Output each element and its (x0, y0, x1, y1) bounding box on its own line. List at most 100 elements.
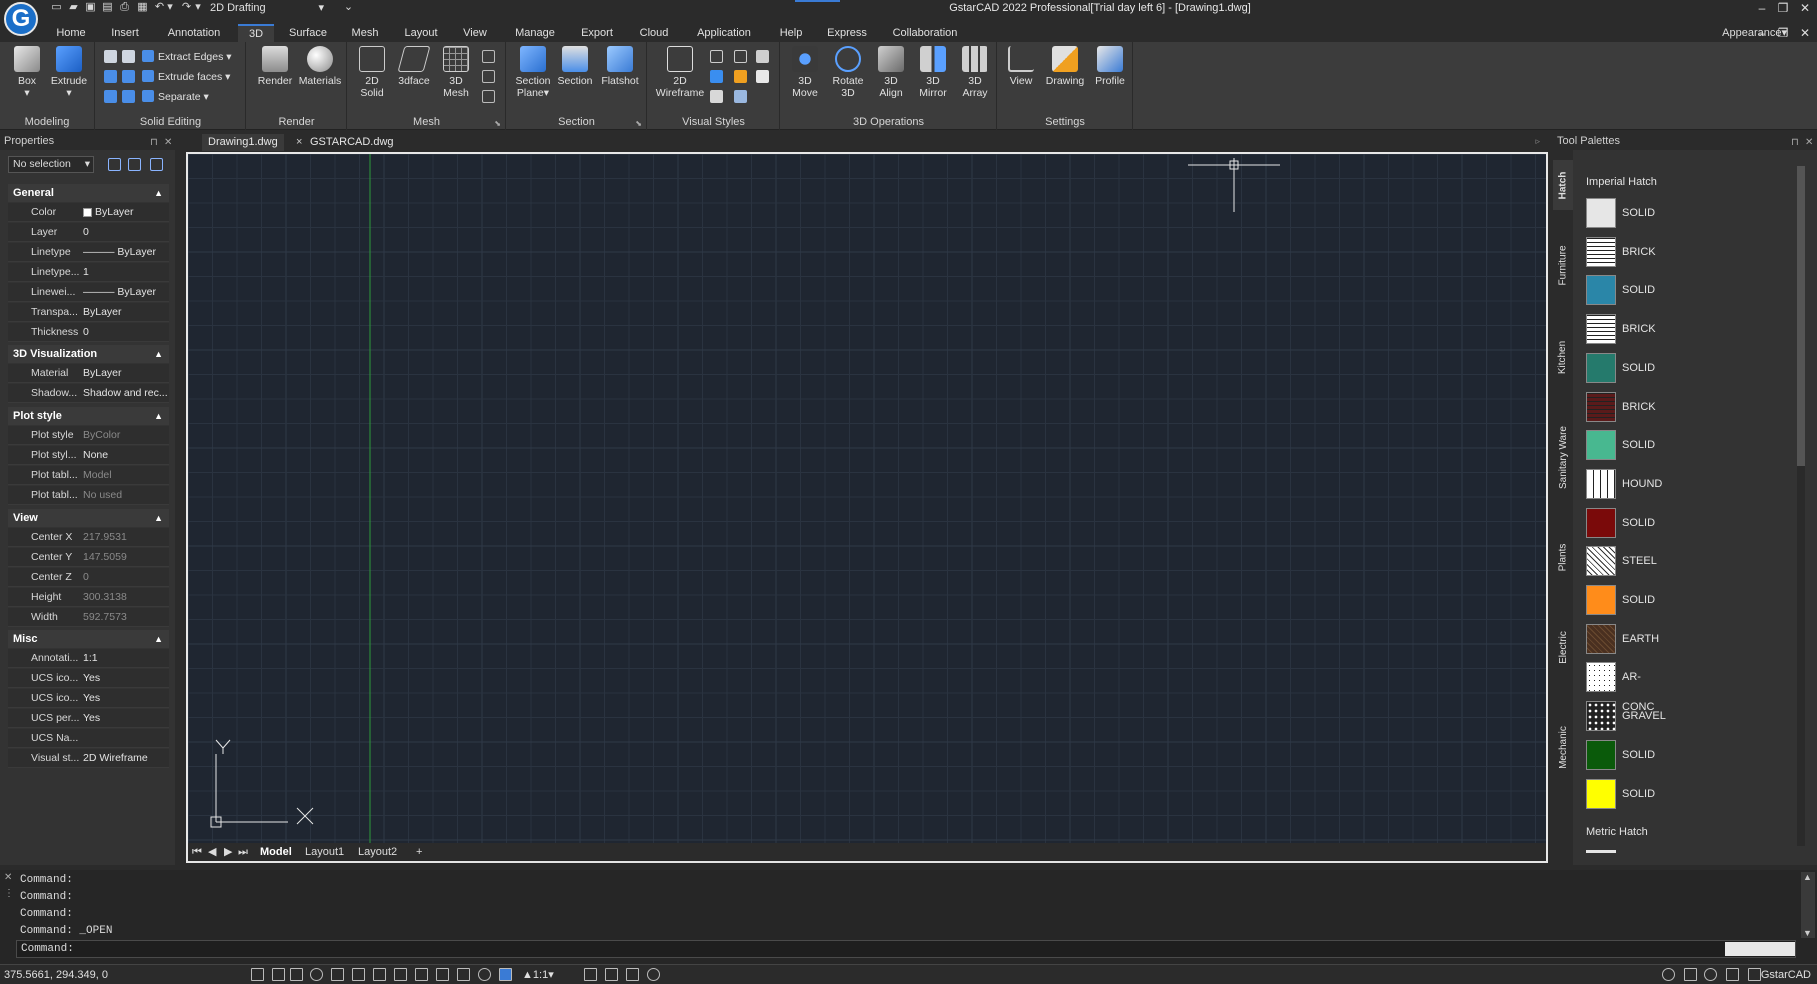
pin-icon[interactable]: ⊓ (150, 134, 158, 152)
conceptual-style-icon[interactable] (710, 70, 723, 83)
isolate-icon[interactable] (584, 968, 597, 981)
lineweight-icon[interactable] (394, 968, 407, 981)
property-value[interactable]: 1:1 (83, 649, 169, 668)
next-layout-icon[interactable]: ▶ (224, 843, 232, 861)
property-value[interactable]: ——— ByLayer (83, 243, 169, 262)
redo-icon[interactable]: ↷ (180, 1, 193, 14)
property-row[interactable]: Linetype ——— ByLayer (8, 243, 169, 262)
panel-expand-icon[interactable]: ⬊ (635, 119, 642, 128)
redo-dropdown-icon[interactable]: ▾ (194, 1, 202, 14)
property-row[interactable]: Plot styl... None (8, 446, 169, 465)
grid-icon[interactable] (251, 968, 264, 981)
property-row[interactable]: Material ByLayer (8, 364, 169, 383)
app-logo[interactable]: G (4, 2, 38, 36)
tab-annotation[interactable]: Annotation (158, 24, 230, 42)
subtract-icon[interactable] (122, 50, 135, 63)
revsurf-icon[interactable] (482, 50, 495, 63)
selection-dropdown[interactable]: No selection ▾ (8, 156, 94, 173)
property-value[interactable]: Yes (83, 689, 169, 708)
scroll-down-icon[interactable]: ▼ (1803, 928, 1812, 938)
scroll-up-icon[interactable]: ▲ (1803, 872, 1812, 882)
rulesurf-icon[interactable] (482, 70, 495, 83)
property-row[interactable]: UCS ico... Yes (8, 669, 169, 688)
last-layout-icon[interactable]: ⏭ (238, 843, 248, 861)
section-view[interactable]: View ▲ (8, 509, 169, 527)
box-button[interactable]: Box ▾ (10, 46, 44, 99)
gear-icon[interactable] (1662, 968, 1675, 981)
property-row[interactable]: Transpa... ByLayer (8, 303, 169, 322)
panel-expand-icon[interactable]: ⬊ (494, 119, 501, 128)
view-settings-button[interactable]: View (1002, 46, 1040, 87)
drawing-settings-button[interactable]: Drawing (1042, 46, 1088, 87)
palette-tab-electric[interactable]: Electric (1553, 602, 1573, 692)
property-row[interactable]: Center Z 0 (8, 568, 169, 587)
property-value[interactable]: 592.7573 (83, 608, 169, 627)
property-row[interactable]: Center Y 147.5059 (8, 548, 169, 567)
section-plot-style[interactable]: Plot style ▲ (8, 407, 169, 425)
section-misc[interactable]: Misc ▲ (8, 630, 169, 648)
tab-collaboration[interactable]: Collaboration (886, 24, 964, 42)
hardware-acceleration-icon[interactable] (1726, 968, 1739, 981)
palette-tab-kitchen[interactable]: Kitchen (1553, 322, 1573, 392)
property-value[interactable]: Yes (83, 669, 169, 688)
add-layout-button[interactable]: + (416, 843, 422, 861)
property-value[interactable]: ByColor (83, 426, 169, 445)
property-row[interactable]: Annotati... 1:1 (8, 649, 169, 668)
property-value[interactable]: 0 (83, 323, 169, 342)
tab-express[interactable]: Express (822, 24, 872, 42)
prev-layout-icon[interactable]: ◀ (208, 843, 216, 861)
clean-screen-icon[interactable] (626, 968, 639, 981)
workspace-selector[interactable]: 2D Drafting ▾ (210, 1, 326, 15)
close-icon[interactable]: ✕ (4, 872, 12, 883)
shaded-style-icon[interactable] (734, 70, 747, 83)
property-row[interactable]: Center X 217.9531 (8, 528, 169, 547)
section-3d-visualization[interactable]: 3D Visualization ▲ (8, 345, 169, 363)
property-value[interactable]: Shadow and rec... (83, 384, 169, 403)
separate-button[interactable]: Separate ▾ (142, 88, 209, 106)
3d-align-button[interactable]: 3D Align (871, 46, 911, 99)
property-row[interactable]: Height 300.3138 (8, 588, 169, 607)
palette-tab-furniture[interactable]: Furniture (1553, 230, 1573, 300)
snap-icon[interactable] (272, 968, 285, 981)
tab-layout[interactable]: Layout (396, 24, 446, 42)
tab-export[interactable]: Export (572, 24, 622, 42)
new-file-icon[interactable]: ▭ (50, 1, 63, 14)
command-scrollbar[interactable]: ▲ ▼ (1801, 872, 1815, 938)
tab-3d[interactable]: 3D (238, 24, 274, 42)
selection-cycling-icon[interactable] (436, 968, 449, 981)
close-icon[interactable]: ✕ (164, 134, 172, 152)
layout-tab-layout1[interactable]: Layout1 (305, 843, 344, 861)
palette-tab-plants[interactable]: Plants (1553, 522, 1573, 592)
ribbon-restore-icon[interactable]: ❐ (1773, 26, 1793, 40)
save-as-icon[interactable]: ▤ (101, 1, 114, 14)
tab-home[interactable]: Home (46, 24, 96, 42)
gray-style-icon[interactable] (710, 90, 723, 103)
wireframe-style-icon[interactable] (710, 50, 723, 63)
layers-icon[interactable] (457, 968, 470, 981)
3dface-button[interactable]: 3dface (394, 46, 434, 87)
property-value[interactable]: 300.3138 (83, 588, 169, 607)
shaded-edges-style-icon[interactable] (756, 70, 769, 83)
property-value[interactable]: ——— ByLayer (83, 283, 169, 302)
tab-surface[interactable]: Surface (282, 24, 334, 42)
palette-tab-mechanic[interactable]: Mechanic (1553, 702, 1573, 792)
3d-mirror-button[interactable]: 3D Mirror (913, 46, 953, 99)
annotation-scale[interactable]: ▲1:1▾ (522, 967, 554, 983)
tab-menu-icon[interactable]: ▹ (1535, 136, 1540, 147)
plot-icon[interactable]: ▦ (136, 1, 149, 14)
property-row[interactable]: UCS ico... Yes (8, 689, 169, 708)
union-icon[interactable] (104, 50, 117, 63)
3d-move-button[interactable]: 3D Move (785, 46, 825, 99)
realistic-style-icon[interactable] (756, 50, 769, 63)
undo-dropdown-icon[interactable]: ▾ (166, 1, 174, 14)
intersect-icon[interactable] (104, 70, 117, 83)
extract-edges-button[interactable]: Extract Edges ▾ (142, 48, 232, 66)
property-row[interactable]: Visual st... 2D Wireframe (8, 749, 169, 768)
dynamic-input-icon[interactable] (373, 968, 386, 981)
sketchy-style-icon[interactable] (734, 90, 747, 103)
edgesurf-icon[interactable] (482, 90, 495, 103)
tab-application[interactable]: Application (688, 24, 760, 42)
palette-tab-hatch[interactable]: Hatch (1553, 160, 1573, 210)
doc-tab-gstarcad[interactable]: GSTARCAD.dwg (304, 134, 400, 151)
osnap-icon[interactable] (331, 968, 344, 981)
